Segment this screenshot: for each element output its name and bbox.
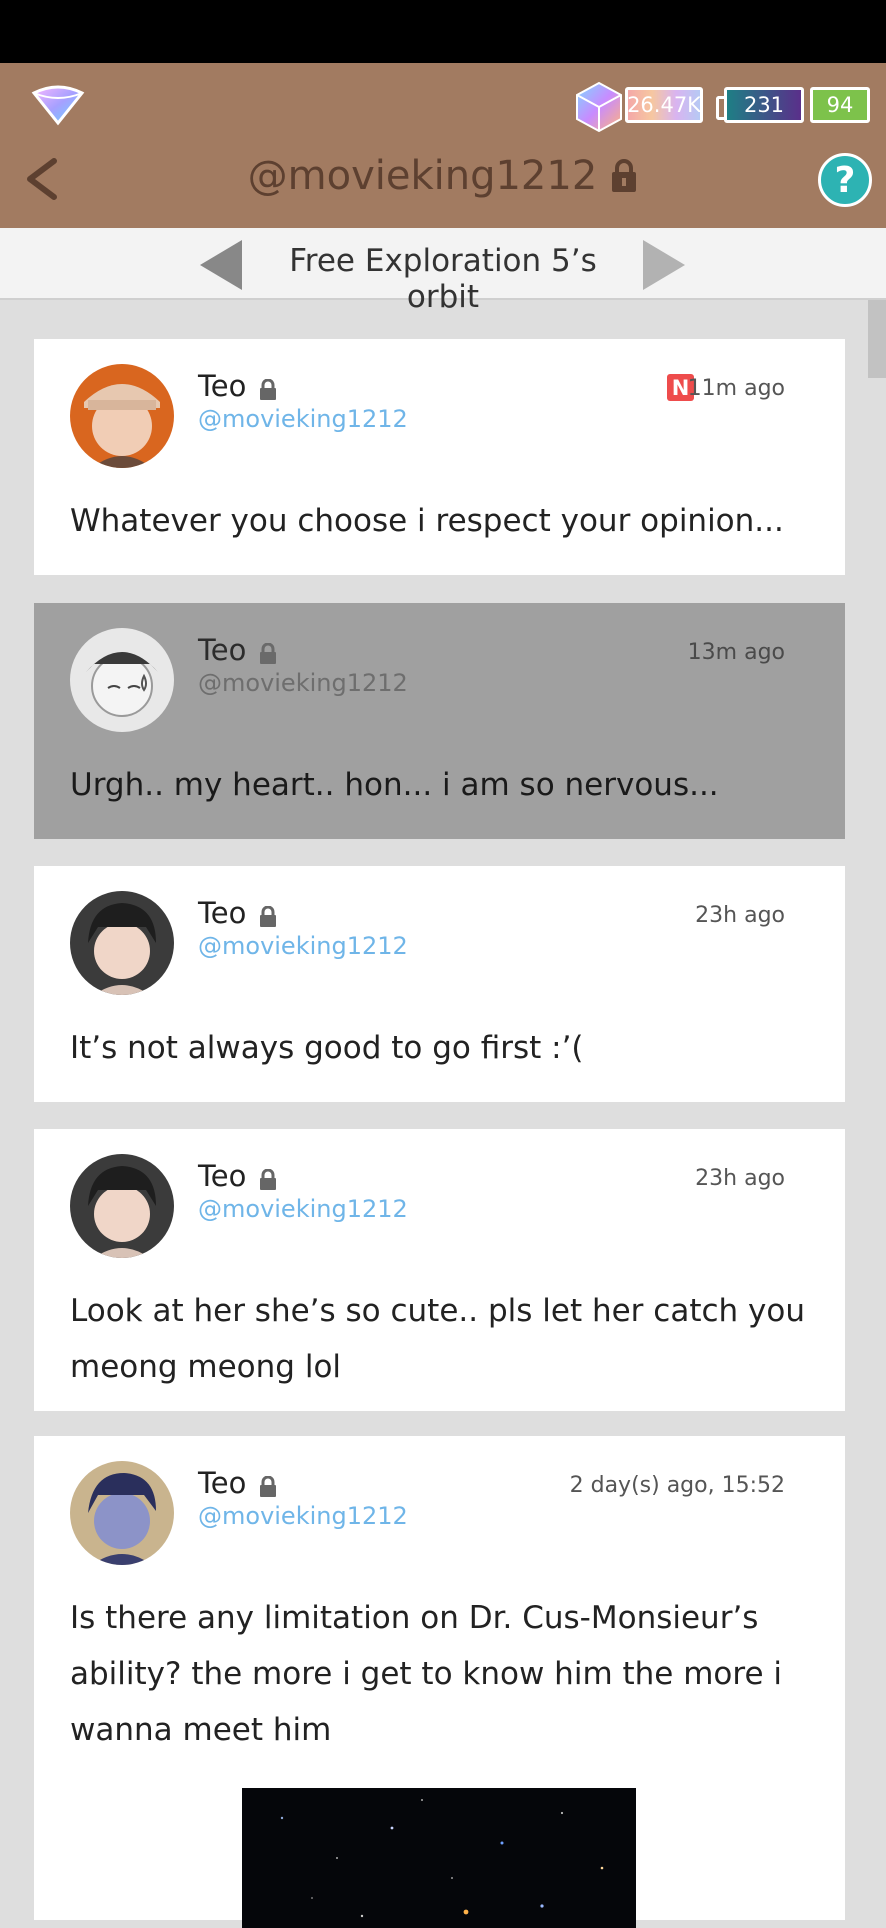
lock-icon [260, 1476, 276, 1497]
author-handle[interactable]: @movieking1212 [198, 932, 408, 960]
lock-icon [612, 159, 637, 192]
lock-icon [260, 906, 276, 927]
post-message: Urgh.. my heart.. hon... i am so nervous… [70, 767, 719, 803]
author-handle[interactable]: @movieking1212 [198, 405, 408, 433]
previous-orbit-arrow-icon[interactable] [200, 240, 242, 290]
post-card[interactable]: Teo @movieking1212 23h ago Look at her s… [34, 1129, 845, 1411]
lock-icon [260, 643, 276, 664]
author-name: Teo [198, 1466, 247, 1500]
page-title: @movieking1212 [247, 153, 598, 199]
help-button[interactable]: ? [818, 153, 872, 207]
hourglass-cube-icon[interactable] [575, 81, 623, 133]
post-image[interactable] [242, 1788, 636, 1928]
avatar[interactable] [70, 364, 174, 468]
post-message: It’s not always good to go first :’( [70, 1030, 584, 1066]
scrollbar-thumb[interactable] [868, 300, 886, 378]
author-name: Teo [198, 1159, 247, 1193]
hourglass-counter[interactable]: 26.47K [625, 87, 703, 123]
post-card[interactable]: Teo @movieking1212 23h ago It’s not alwa… [34, 866, 845, 1102]
author-name: Teo [198, 633, 247, 667]
status-bar [0, 0, 886, 63]
avatar[interactable] [70, 1461, 174, 1565]
author-handle[interactable]: @movieking1212 [198, 669, 408, 697]
lock-icon [260, 379, 276, 400]
post-message: Look at her she’s so cute.. pls let her … [70, 1293, 805, 1385]
author-handle[interactable]: @movieking1212 [198, 1195, 408, 1223]
post-time: 13m ago [687, 640, 785, 665]
post-card[interactable]: Teo @movieking1212 N 11m ago Whatever yo… [34, 339, 845, 575]
battery-counter[interactable]: 231 [716, 87, 804, 123]
orbit-selector: Free Exploration 5’s orbit [0, 228, 886, 315]
avatar[interactable] [70, 891, 174, 995]
post-time: 23h ago [695, 1166, 785, 1191]
energy-counter[interactable]: 94 [810, 87, 870, 123]
author-name: Teo [198, 896, 247, 930]
post-time: 2 day(s) ago, 15:52 [569, 1473, 785, 1498]
avatar[interactable] [70, 1154, 174, 1258]
orbit-label: Free Exploration 5’s orbit [289, 243, 597, 315]
avatar[interactable] [70, 628, 174, 732]
lock-icon [260, 1169, 276, 1190]
post-time: 23h ago [695, 903, 785, 928]
post-message: Whatever you choose i respect your opini… [70, 503, 784, 539]
post-message: Is there any limitation on Dr. Cus-Monsi… [70, 1600, 782, 1748]
author-name: Teo [198, 369, 247, 403]
author-handle[interactable]: @movieking1212 [198, 1502, 408, 1530]
post-card[interactable]: Teo @movieking1212 2 day(s) ago, 15:52 I… [34, 1436, 845, 1928]
diamond-icon[interactable] [28, 79, 88, 127]
top-bar: 26.47K 231 94 @movieking1212 ? [0, 63, 886, 228]
next-orbit-arrow-icon[interactable] [643, 240, 685, 290]
post-time: 11m ago [687, 376, 785, 401]
post-card[interactable]: Teo @movieking1212 13m ago Urgh.. my hea… [34, 603, 845, 839]
